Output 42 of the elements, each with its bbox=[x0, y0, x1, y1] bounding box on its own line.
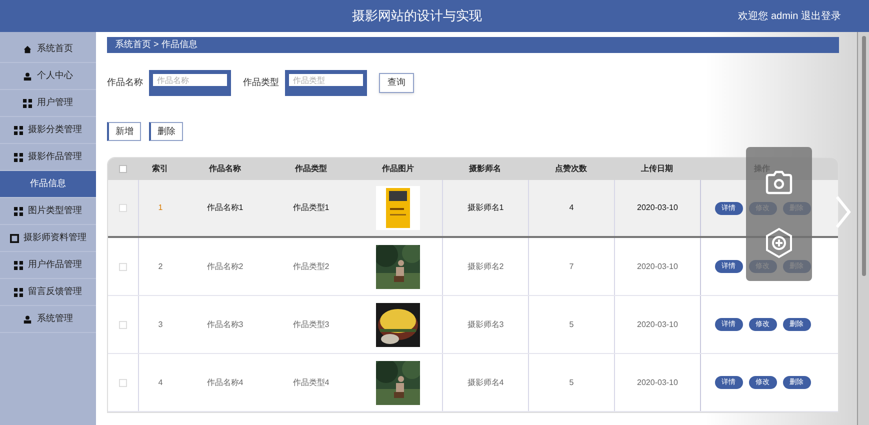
column-header: 索引 bbox=[152, 164, 168, 173]
site-title: 摄影网站的设计与实现 bbox=[351, 7, 484, 26]
breadcrumb: 系统首页 > 作品信息 bbox=[115, 38, 198, 52]
table-cell: 4 bbox=[569, 202, 574, 214]
table-cell: 4 bbox=[158, 376, 163, 388]
column-header: 作品类型 bbox=[295, 164, 327, 173]
table-cell: 摄影师名2 bbox=[467, 260, 504, 272]
table-cell: 2 bbox=[158, 260, 163, 272]
table-cell: 摄影师名3 bbox=[467, 318, 504, 330]
table-cell: 作品类型1 bbox=[292, 203, 330, 212]
search-button[interactable]: 查询 bbox=[379, 73, 414, 93]
table-cell: 2020-03-10 bbox=[637, 318, 678, 330]
table-cell: 作品名称4 bbox=[206, 378, 244, 386]
action-button[interactable]: 新增 bbox=[107, 122, 141, 141]
table-cell: 2020-03-10 bbox=[637, 260, 678, 272]
action-button[interactable]: 删除 bbox=[149, 122, 183, 141]
table-cell: 作品类型4 bbox=[292, 378, 330, 386]
table-cell: 1 bbox=[158, 202, 163, 214]
table-cell: 作品名称2 bbox=[206, 262, 244, 270]
column-header: 点赞次数 bbox=[555, 164, 587, 173]
table-cell: 摄影师名1 bbox=[467, 202, 504, 214]
table-cell: 2020-03-10 bbox=[637, 376, 678, 388]
table-cell: 7 bbox=[569, 260, 574, 272]
table-cell: 作品名称3 bbox=[206, 320, 244, 328]
table-cell: 3 bbox=[158, 318, 163, 330]
table-cell: 作品类型3 bbox=[292, 320, 330, 328]
column-header: 上传日期 bbox=[641, 164, 673, 173]
table-cell: 作品名称1 bbox=[206, 203, 244, 212]
table-cell: 2020-03-10 bbox=[637, 202, 678, 214]
search-field[interactable]: 作品名称 bbox=[149, 70, 231, 96]
search-field[interactable]: 作品类型 bbox=[285, 70, 367, 96]
column-header: 作品名称 bbox=[209, 164, 241, 173]
table-cell: 5 bbox=[569, 376, 574, 388]
table-cell: 摄影师名4 bbox=[467, 376, 504, 388]
sidebar-item[interactable]: 作品信息 bbox=[0, 171, 96, 198]
field-label: 作品名称 bbox=[107, 76, 143, 90]
column-header: 摄影师名 bbox=[469, 164, 501, 173]
welcome-text: 欢迎您 admin 退出登录 bbox=[738, 10, 842, 24]
field-label: 作品类型 bbox=[243, 76, 279, 90]
column-header: 作品图片 bbox=[382, 164, 414, 173]
table-cell: 作品类型2 bbox=[292, 262, 330, 270]
table-cell: 5 bbox=[569, 318, 574, 330]
